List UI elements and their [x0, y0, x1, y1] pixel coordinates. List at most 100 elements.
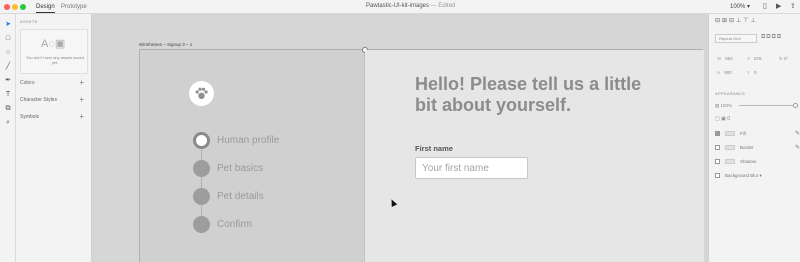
step-label: Confirm: [217, 219, 253, 230]
assets-empty-message: You don't have any assets saved yet.: [25, 55, 85, 65]
y-value: 0: [754, 70, 757, 75]
corner-radius-value: 0: [727, 116, 731, 122]
document-title: Pawtastic-UI-kit-images — Edited: [366, 3, 455, 9]
step-label: Pet basics: [217, 163, 264, 174]
add-symbol-icon[interactable]: +: [79, 112, 84, 121]
x-label: X: [747, 56, 751, 61]
corner-radius-row[interactable]: ▢ ▣ 0: [715, 116, 730, 122]
tab-design[interactable]: Design: [36, 2, 55, 13]
signup-form: Hello! Please tell us a little bit about…: [365, 50, 704, 262]
shadow-checkbox[interactable]: [715, 159, 720, 164]
assets-placeholder-icon: A◌▣: [41, 38, 66, 50]
background-blur-row[interactable]: Background Blur ▾: [715, 172, 800, 180]
width-field[interactable]: W 864: [717, 56, 733, 61]
document-separator: —: [430, 3, 437, 9]
window-maximize-button[interactable]: [20, 4, 26, 10]
x-value: 576: [754, 56, 762, 61]
rectangle-tool-icon[interactable]: □: [3, 34, 13, 44]
zoom-tool-icon[interactable]: ⌕: [3, 118, 13, 128]
opacity-slider[interactable]: [739, 105, 795, 106]
y-label: Y: [747, 70, 751, 75]
width-label: W: [717, 56, 722, 61]
assets-header: ASSETS: [20, 19, 38, 24]
step-indicator: [193, 216, 210, 233]
boolean-ops-icons[interactable]: ⧉⧉⧉⧉: [761, 34, 782, 41]
background-blur-label: Background Blur ▾: [725, 173, 762, 178]
paw-icon: [195, 87, 208, 99]
first-name-input[interactable]: [415, 157, 528, 179]
window-close-button[interactable]: [4, 4, 10, 10]
play-icon[interactable]: ▶: [776, 3, 781, 11]
align-icons[interactable]: ⊟⊞⊟⊥⊤⊥: [715, 17, 758, 24]
assets-panel: ASSETS A◌▣ You don't have any assets sav…: [16, 14, 92, 262]
select-tool-icon[interactable]: ➤: [3, 20, 13, 30]
opacity-slider-handle[interactable]: [793, 103, 798, 108]
assets-empty-state: A◌▣ You don't have any assets saved yet.: [20, 29, 88, 74]
step-indicator-current: [193, 132, 210, 149]
step-label: Pet details: [217, 191, 264, 202]
tools-toolbar: ➤ □ ○ ╱ ✒ T ⧉ ⌕: [0, 14, 16, 262]
mobile-preview-icon[interactable]: ▯: [763, 3, 767, 11]
width-value: 864: [725, 56, 733, 61]
artboard[interactable]: Human profile Pet basics Pet details Con…: [139, 47, 704, 262]
form-heading: Hello! Please tell us a little bit about…: [415, 74, 642, 115]
section-label: Character Styles: [20, 97, 57, 103]
x-field[interactable]: X 576: [747, 56, 762, 61]
ellipse-tool-icon[interactable]: ○: [3, 48, 13, 58]
assets-section-symbols[interactable]: Symbols +: [20, 112, 88, 122]
step-indicator: [193, 188, 210, 205]
fill-checkbox[interactable]: [715, 131, 720, 136]
signup-sidebar: Human profile Pet basics Pet details Con…: [140, 50, 365, 262]
repeat-grid-label: Repeat Grid: [719, 36, 741, 41]
add-color-icon[interactable]: +: [79, 78, 84, 87]
line-tool-icon[interactable]: ╱: [3, 62, 13, 72]
height-field[interactable]: H 900: [717, 70, 732, 75]
assets-section-colors[interactable]: Colors +: [20, 78, 88, 88]
rotation-value: 0°: [784, 56, 789, 61]
rotate-icon: ↻: [779, 56, 783, 61]
opacity-field[interactable]: ▨ 100%: [715, 103, 732, 109]
paw-logo: [189, 81, 214, 106]
background-blur-checkbox[interactable]: [715, 173, 720, 178]
fill-row[interactable]: Fill ✎: [715, 130, 800, 138]
artboard-tool-icon[interactable]: ⧉: [3, 104, 13, 114]
text-tool-icon[interactable]: T: [3, 90, 13, 100]
first-name-label: First name: [415, 144, 453, 153]
property-inspector: ⊟⊞⊟⊥⊤⊥ Repeat Grid ⧉⧉⧉⧉ W 864 X 576 ↻ 0° H…: [708, 14, 800, 262]
corner-radius-icon: ▢ ▣: [715, 116, 726, 122]
step-indicator: [193, 160, 210, 177]
share-icon[interactable]: ⇪: [790, 3, 796, 11]
opacity-icon: ▨: [715, 103, 720, 108]
add-character-style-icon[interactable]: +: [79, 95, 84, 104]
border-checkbox[interactable]: [715, 145, 720, 150]
border-label: Border: [740, 145, 754, 150]
shadow-swatch[interactable]: [725, 159, 735, 164]
border-swatch[interactable]: [725, 145, 735, 150]
shadow-row[interactable]: Shadow: [715, 158, 800, 166]
document-name: Pawtastic-UI-kit-images: [366, 3, 430, 9]
pen-tool-icon[interactable]: ✒: [3, 76, 13, 86]
artboard-label[interactable]: Wireframes – Signup 3 – 1: [139, 42, 192, 47]
shadow-label: Shadow: [740, 159, 757, 164]
document-status: Edited: [438, 3, 456, 9]
appearance-header: APPEARANCE: [715, 91, 746, 96]
eyedropper-icon[interactable]: ✎: [795, 144, 800, 151]
fill-label: Fill: [740, 131, 746, 136]
zoom-level-select[interactable]: 100% ▾: [730, 3, 750, 10]
height-label: H: [717, 70, 721, 75]
tab-prototype[interactable]: Prototype: [61, 2, 87, 13]
window-minimize-button[interactable]: [12, 4, 18, 10]
border-row[interactable]: Border ✎: [715, 144, 800, 152]
chevron-down-icon: ▾: [747, 4, 751, 10]
fill-swatch[interactable]: [725, 131, 735, 136]
title-bar: Design Prototype Pawtastic-UI-kit-images…: [0, 0, 800, 14]
section-label: Colors: [20, 80, 35, 86]
assets-section-character-styles[interactable]: Character Styles +: [20, 95, 88, 105]
y-field[interactable]: Y0: [747, 70, 757, 75]
repeat-grid-button[interactable]: Repeat Grid: [715, 34, 757, 43]
zoom-level: 100%: [730, 4, 746, 10]
opacity-value: 100%: [720, 103, 733, 108]
rotation-field[interactable]: ↻ 0°: [779, 56, 788, 62]
eyedropper-icon[interactable]: ✎: [795, 130, 800, 137]
chevron-down-icon: ▾: [759, 173, 762, 178]
